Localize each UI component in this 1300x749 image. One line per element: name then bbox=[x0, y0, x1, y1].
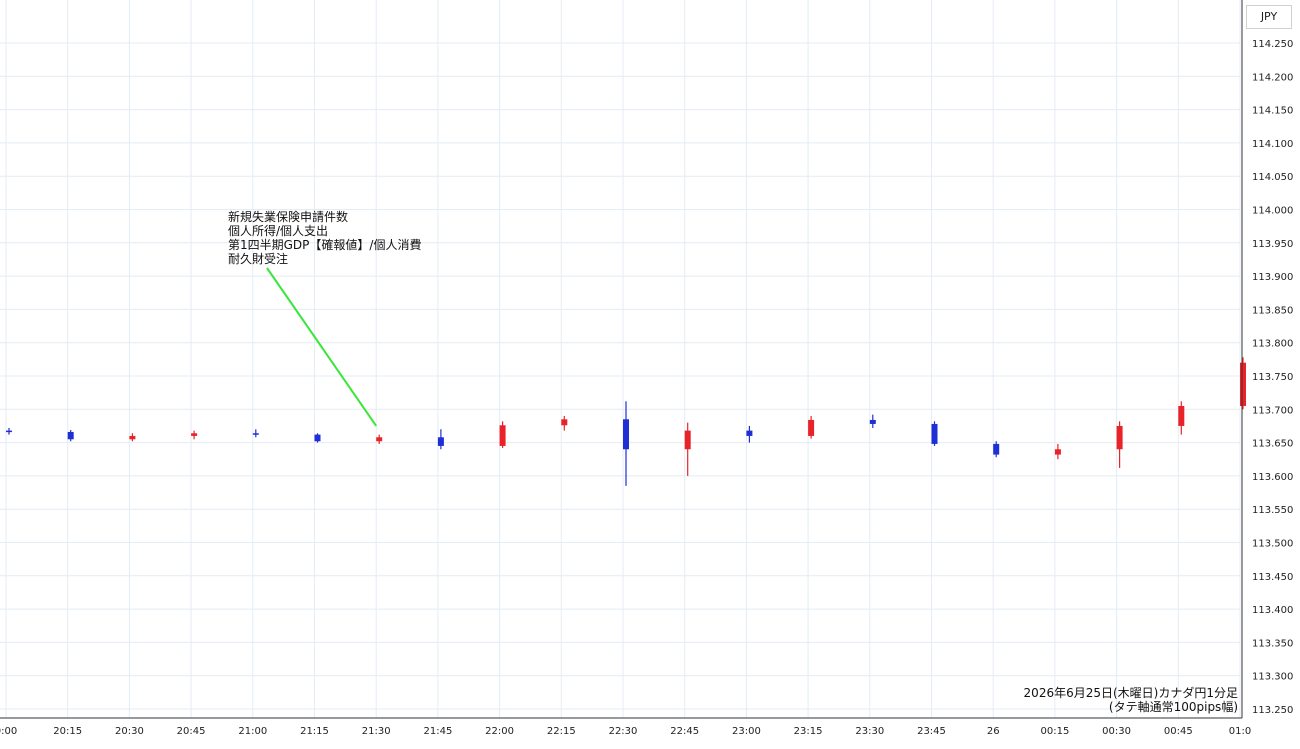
y-tick-label: 113.700 bbox=[1252, 405, 1293, 416]
candle bbox=[252, 429, 259, 438]
x-tick-label: 20:45 bbox=[177, 726, 206, 737]
currency-label: JPY bbox=[1246, 5, 1292, 29]
candle-body bbox=[869, 419, 876, 424]
candle bbox=[129, 433, 136, 442]
candle bbox=[6, 427, 12, 435]
x-tick-label: 23:15 bbox=[794, 726, 823, 737]
x-tick-label: 20:30 bbox=[115, 726, 144, 737]
candle bbox=[746, 425, 753, 443]
candle-body bbox=[376, 437, 383, 442]
x-tick-label: 22:30 bbox=[609, 726, 638, 737]
grid-layer bbox=[0, 0, 1241, 718]
y-tick-label: 113.400 bbox=[1252, 605, 1293, 616]
annotation-line-2: 個人所得/個人支出 bbox=[228, 224, 329, 238]
x-tick-label: 21:45 bbox=[423, 726, 452, 737]
y-tick-label: 114.000 bbox=[1252, 206, 1293, 217]
x-tick-label: 23:00 bbox=[732, 726, 761, 737]
caption-line-1: 2026年6月25日(木曜日)カナダ円1分足 bbox=[1023, 686, 1238, 700]
x-tick-label: 21:00 bbox=[238, 726, 267, 737]
caption-line-2: (タテ軸通常100pips幅) bbox=[1108, 700, 1238, 714]
candle bbox=[1116, 421, 1123, 468]
x-tick-label: 21:30 bbox=[362, 726, 391, 737]
candle bbox=[561, 415, 568, 431]
x-tick-label: 26 bbox=[987, 726, 1000, 737]
annotation-line-3: 第1四半期GDP【確報値】/個人消費 bbox=[228, 238, 422, 252]
x-tick-label: 0:00 bbox=[0, 726, 17, 737]
y-tick-label: 113.800 bbox=[1252, 339, 1293, 350]
candle bbox=[437, 429, 444, 450]
candle bbox=[314, 433, 321, 443]
candle bbox=[499, 421, 506, 448]
candle-body bbox=[67, 431, 74, 440]
y-tick-label: 113.500 bbox=[1252, 539, 1293, 550]
annotation-line-4: 耐久財受注 bbox=[228, 252, 289, 266]
axis-layer: 114.250 114.200 114.150 114.100 114.050 114.0… bbox=[0, 0, 1293, 737]
y-tick-label: 113.250 bbox=[1252, 705, 1293, 716]
y-tick-label: 113.750 bbox=[1252, 372, 1293, 383]
y-tick-label: 114.100 bbox=[1252, 139, 1293, 150]
candle bbox=[1240, 357, 1246, 410]
x-tick-label: 22:15 bbox=[547, 726, 576, 737]
y-tick-label: 113.600 bbox=[1252, 472, 1293, 483]
candle-body bbox=[252, 433, 259, 435]
candle bbox=[684, 422, 691, 476]
candle-body bbox=[993, 443, 1000, 455]
y-tick-label: 113.950 bbox=[1252, 239, 1293, 250]
candle-body bbox=[623, 419, 629, 450]
y-tick-label: 113.650 bbox=[1252, 439, 1293, 450]
y-tick-label: 114.200 bbox=[1252, 72, 1293, 83]
candle-body bbox=[437, 437, 444, 446]
x-tick-label: 23:45 bbox=[917, 726, 946, 737]
y-tick-label: 113.300 bbox=[1252, 672, 1293, 683]
y-tick-label: 114.150 bbox=[1252, 106, 1293, 117]
candle-body bbox=[314, 434, 321, 442]
x-tick-label: 22:00 bbox=[485, 726, 514, 737]
candle-body bbox=[1240, 362, 1246, 406]
event-annotation: 新規失業保険申請件数 個人所得/個人支出 第1四半期GDP【確報値】/個人消費 … bbox=[228, 210, 421, 266]
x-tick-label: 00:30 bbox=[1102, 726, 1131, 737]
x-tick-label: 20:15 bbox=[53, 726, 82, 737]
candle-body bbox=[499, 425, 506, 446]
candle bbox=[993, 441, 1000, 458]
chart-caption: 2026年6月25日(木曜日)カナダ円1分足 (タテ軸通常100pips幅) bbox=[1024, 686, 1238, 714]
x-tick-label: 00:45 bbox=[1164, 726, 1193, 737]
candle-layer bbox=[6, 357, 1246, 486]
candle bbox=[1054, 443, 1061, 460]
y-tick-label: 113.350 bbox=[1252, 638, 1293, 649]
annotation-line-1: 新規失業保険申請件数 bbox=[228, 210, 349, 224]
x-tick-label: 22:45 bbox=[670, 726, 699, 737]
candle bbox=[808, 415, 815, 439]
candle-body bbox=[1178, 405, 1185, 426]
annotation-pointer-line bbox=[266, 267, 378, 427]
candle-body bbox=[6, 430, 12, 433]
y-tick-label: 113.450 bbox=[1252, 572, 1293, 583]
candle-body bbox=[1116, 425, 1123, 450]
candle bbox=[1178, 401, 1185, 435]
x-tick-label: 21:15 bbox=[300, 726, 329, 737]
candle-body bbox=[1054, 449, 1061, 455]
candle-body bbox=[746, 430, 753, 436]
candle bbox=[869, 414, 876, 428]
y-tick-label: 113.850 bbox=[1252, 305, 1293, 316]
x-tick-label: 01:0 bbox=[1229, 726, 1251, 737]
candle bbox=[67, 429, 74, 442]
candle-body bbox=[684, 430, 691, 450]
candle-body bbox=[129, 435, 136, 440]
y-tick-label: 114.250 bbox=[1252, 39, 1293, 50]
y-tick-label: 114.050 bbox=[1252, 172, 1293, 183]
candle-body bbox=[191, 433, 198, 436]
chart-root: 114.250 114.200 114.150 114.100 114.050 114.0… bbox=[0, 0, 1300, 745]
candle-body bbox=[561, 419, 568, 426]
candle-body bbox=[931, 423, 938, 444]
candle bbox=[191, 430, 198, 440]
candle-body bbox=[808, 419, 815, 436]
x-tick-label: 00:15 bbox=[1040, 726, 1069, 737]
x-tick-label: 23:30 bbox=[855, 726, 884, 737]
y-tick-label: 113.550 bbox=[1252, 505, 1293, 516]
candle bbox=[931, 421, 938, 446]
annotation-layer bbox=[266, 267, 378, 427]
y-tick-label: 113.900 bbox=[1252, 272, 1293, 283]
candle bbox=[623, 401, 629, 486]
candlestick-chart[interactable]: 114.250 114.200 114.150 114.100 114.050 114.0… bbox=[0, 0, 1300, 745]
